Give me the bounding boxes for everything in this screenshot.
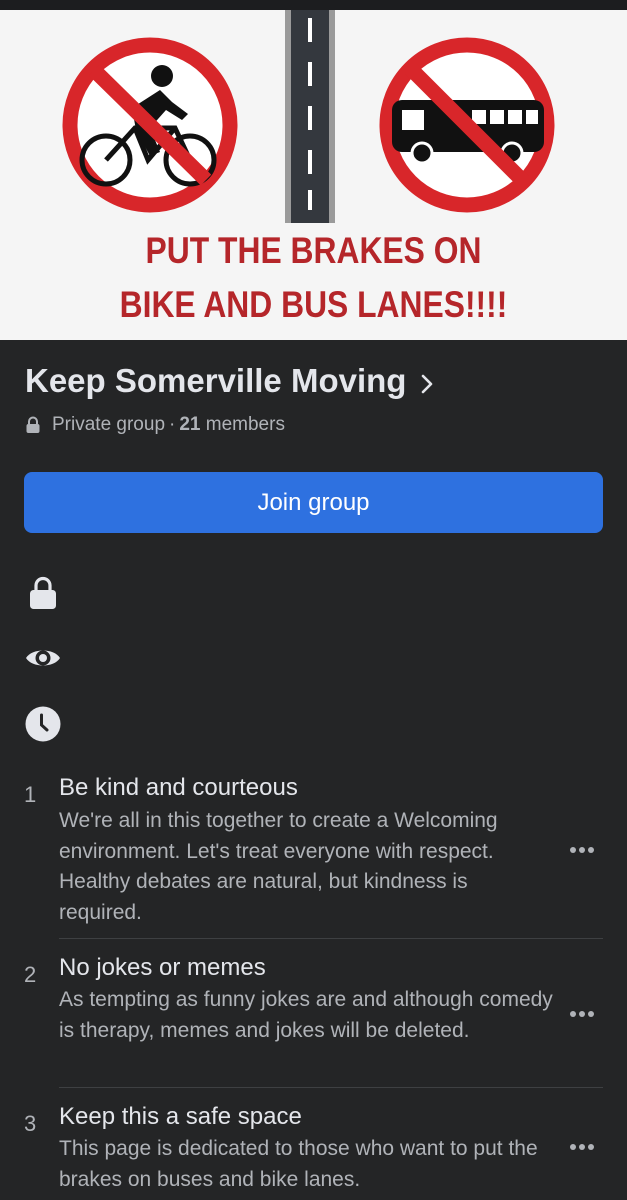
rule-description: As tempting as funny jokes are and altho… — [59, 988, 553, 1042]
divider — [59, 1087, 603, 1088]
group-name: Keep Somerville Moving — [25, 362, 407, 399]
more-options-icon[interactable] — [570, 847, 594, 853]
chevron-right-icon — [422, 374, 433, 394]
group-meta: Private group · 21 members — [25, 414, 285, 436]
group-title-link[interactable]: Keep Somerville Moving — [25, 362, 434, 400]
members-label[interactable]: members — [206, 414, 285, 436]
more-options-icon[interactable] — [570, 1011, 594, 1017]
lock-icon — [26, 416, 40, 433]
road-icon — [285, 10, 335, 223]
rule-number: 1 — [24, 782, 37, 807]
rule-title: No jokes or memes — [59, 954, 266, 981]
rule-number: 2 — [24, 962, 37, 987]
rule-description: This page is dedicated to those who want… — [59, 1137, 538, 1191]
cover-photo[interactable]: PUT THE BRAKES ON BIKE AND BUS LANES!!!! — [0, 10, 627, 340]
rule-description: We're all in this together to create a W… — [59, 809, 498, 924]
clock-icon — [25, 706, 61, 742]
no-bike-sign-icon — [62, 37, 238, 213]
divider — [59, 938, 603, 939]
no-bus-sign-icon — [379, 37, 555, 213]
status-bar — [0, 0, 627, 10]
lock-icon — [30, 576, 56, 609]
privacy-label: Private group — [52, 414, 166, 435]
join-group-button[interactable]: Join group — [24, 472, 603, 533]
meta-separator: · — [169, 414, 176, 435]
cover-text-line-1: PUT THE BRAKES ON — [145, 230, 482, 271]
more-options-icon[interactable] — [570, 1144, 594, 1150]
rule-number: 3 — [24, 1111, 37, 1136]
member-count[interactable]: 21 — [179, 414, 200, 436]
rule-title: Keep this a safe space — [59, 1103, 302, 1130]
eye-icon — [26, 650, 60, 666]
cover-text-line-2: BIKE AND BUS LANES!!!! — [119, 284, 508, 325]
rule-title: Be kind and courteous — [59, 774, 298, 801]
